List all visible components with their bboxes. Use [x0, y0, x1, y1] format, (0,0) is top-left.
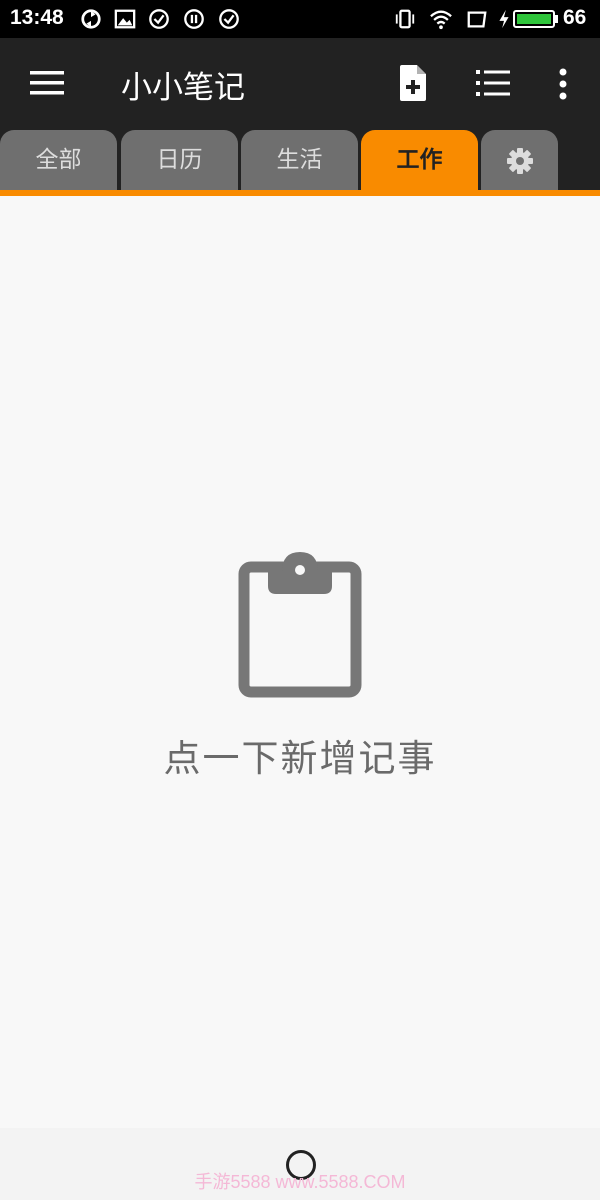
tab-life[interactable]: 生活 — [241, 130, 358, 190]
tab-accent-line — [0, 190, 600, 196]
sync-icon — [81, 9, 101, 29]
add-note-icon[interactable] — [398, 64, 428, 102]
clipboard-icon — [238, 552, 362, 698]
app-bar: 小小笔记 — [0, 38, 600, 128]
empty-hint-text: 点一下新增记事 — [163, 737, 437, 780]
watermark: 手游5588 www.5588.COM — [194, 1172, 406, 1192]
wifi-icon — [430, 10, 452, 30]
system-nav-bar: 手游5588 www.5588.COM — [0, 1128, 600, 1200]
tab-calendar[interactable]: 日历 — [121, 130, 238, 190]
image-icon — [114, 9, 136, 29]
menu-icon[interactable] — [30, 70, 64, 96]
battery-percent: 66 — [563, 6, 587, 29]
tab-settings[interactable] — [481, 130, 558, 190]
check-circle-icon — [219, 9, 239, 29]
status-time: 13:48 — [10, 6, 64, 29]
more-vert-icon[interactable] — [557, 68, 569, 100]
screen-icon — [467, 11, 487, 28]
status-bar: 13:48 66 — [0, 0, 600, 38]
tab-bar: 全部 日历 生活 工作 — [0, 128, 600, 190]
vibrate-icon — [395, 9, 415, 29]
check-circle-icon — [149, 9, 169, 29]
gear-icon — [507, 148, 533, 174]
app-title: 小小笔记 — [121, 70, 245, 106]
tab-label: 生活 — [276, 147, 323, 173]
battery-icon — [513, 10, 558, 28]
tab-label: 日历 — [156, 147, 203, 173]
tab-all[interactable]: 全部 — [0, 130, 117, 190]
pause-circle-icon — [184, 9, 204, 29]
tab-label: 全部 — [35, 147, 82, 173]
tab-label: 工作 — [396, 147, 443, 173]
list-icon[interactable] — [476, 70, 510, 96]
charging-icon — [499, 9, 509, 29]
tab-work[interactable]: 工作 — [361, 130, 478, 190]
